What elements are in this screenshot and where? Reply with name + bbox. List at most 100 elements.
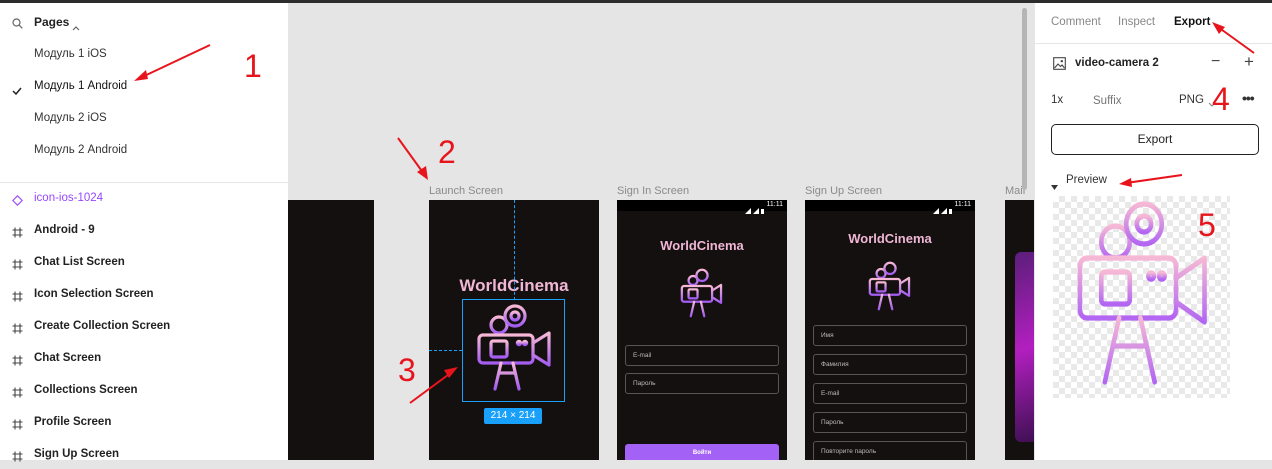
layer-label: Icon Selection Screen [34, 288, 154, 300]
more-options-icon[interactable]: ••• [1242, 90, 1255, 106]
page-item[interactable]: Модуль 2 iOS [0, 105, 288, 133]
guide-vertical [514, 200, 515, 300]
movie-poster [1015, 252, 1034, 442]
layer-label: Create Collection Screen [34, 320, 171, 332]
repeat-password-field[interactable]: Повторите пароль [813, 441, 967, 460]
tab-export[interactable]: Export [1174, 16, 1210, 28]
surname-field[interactable]: Фамилия [813, 354, 967, 375]
preview-toggle[interactable]: Preview [1049, 172, 1199, 190]
signal-icon [745, 202, 765, 220]
status-time: 11:11 [954, 201, 971, 208]
layer-label: Sign Up Screen [34, 448, 119, 460]
frame-sign-in-screen[interactable]: 11:11 WorldCinema E-mail Пароль Войти [617, 200, 787, 460]
frame-main-screen[interactable] [1005, 200, 1034, 460]
scale-select[interactable]: 1x [1051, 94, 1063, 106]
component-icon [12, 193, 23, 211]
layer-item-frame[interactable]: Create Collection Screen [0, 313, 288, 341]
preview-label: Preview [1066, 174, 1107, 186]
field-placeholder: Пароль [821, 419, 844, 426]
check-icon [12, 82, 22, 100]
layer-item-frame[interactable]: Android - 9 [0, 217, 288, 245]
password-field[interactable]: Пароль [813, 412, 967, 433]
email-field[interactable]: E-mail [625, 345, 779, 366]
page-item-label: Модуль 1 Android [34, 80, 128, 92]
layer-item-frame[interactable]: Chat Screen [0, 345, 288, 373]
panel-tabs: Comment Inspect Export [1035, 3, 1272, 44]
frame-label[interactable]: Sign In Screen [617, 185, 689, 197]
annotation-number: 2 [438, 134, 456, 170]
field-placeholder: Повторите пароль [821, 448, 877, 455]
selection-size-badge: 214 × 214 [484, 408, 542, 424]
pages-header[interactable]: Pages [0, 12, 288, 32]
frame-icon [12, 449, 23, 467]
field-placeholder: Имя [821, 332, 834, 339]
brand-title: WorldCinema [848, 231, 932, 246]
layer-label: Chat Screen [34, 352, 102, 364]
caret-down-icon [1051, 177, 1058, 195]
frame-label[interactable]: Launch Screen [429, 185, 503, 197]
frame-partial[interactable] [288, 200, 374, 460]
export-button[interactable]: Export [1051, 124, 1259, 155]
frame-icon [12, 417, 23, 435]
layer-item-frame[interactable]: Collections Screen [0, 377, 288, 405]
page-item[interactable]: Модуль 2 Android [0, 137, 288, 165]
status-bar: 11:11 [617, 200, 787, 214]
annotation-number: 5 [1198, 207, 1216, 243]
signal-icon [933, 202, 953, 220]
field-placeholder: E-mail [633, 352, 652, 359]
search-icon[interactable] [12, 16, 23, 34]
selection-box[interactable] [462, 299, 565, 402]
tab-inspect[interactable]: Inspect [1118, 16, 1155, 28]
layer-item-frame[interactable]: Chat List Screen [0, 249, 288, 277]
annotation-number: 3 [398, 352, 416, 388]
tab-comment[interactable]: Comment [1051, 16, 1101, 28]
field-placeholder: E-mail [821, 390, 840, 397]
annotation-number: 4 [1212, 81, 1230, 117]
annotation-number: 1 [244, 48, 262, 84]
video-camera-icon [680, 268, 723, 318]
design-canvas[interactable]: Launch Screen WorldCinema 214 × 214 Sign… [288, 3, 1034, 460]
video-camera-icon [868, 261, 911, 311]
brand-title: WorldCinema [660, 238, 744, 253]
frame-icon [12, 289, 23, 307]
sign-in-button[interactable]: Войти [625, 444, 779, 460]
layer-item-component[interactable]: icon-ios-1024 [0, 185, 288, 213]
sidebar-divider [0, 182, 288, 183]
asset-name: video-camera 2 [1075, 57, 1159, 69]
format-select[interactable]: PNG [1179, 94, 1204, 106]
asset-row: video-camera 2 − + [1035, 51, 1272, 77]
frame-label[interactable]: Sign Up Screen [805, 185, 882, 197]
password-field[interactable]: Пароль [625, 373, 779, 394]
layer-label: Chat List Screen [34, 256, 125, 268]
layer-item-frame[interactable]: Icon Selection Screen [0, 281, 288, 309]
page-item-label: Модуль 2 iOS [34, 112, 107, 124]
image-icon [1053, 57, 1066, 75]
pages-title: Pages [34, 15, 70, 29]
name-field[interactable]: Имя [813, 325, 967, 346]
canvas-scrollbar[interactable] [1022, 8, 1027, 190]
frame-icon [12, 321, 23, 339]
layer-item-frame[interactable]: Profile Screen [0, 409, 288, 437]
guide-horizontal [429, 350, 462, 351]
status-time: 11:11 [766, 201, 783, 208]
layer-item-frame[interactable]: Sign Up Screen [0, 441, 288, 469]
email-field[interactable]: E-mail [813, 383, 967, 404]
layer-label: Collections Screen [34, 384, 138, 396]
layer-label: Profile Screen [34, 416, 112, 428]
layer-label: Android - 9 [34, 224, 95, 236]
field-placeholder: Фамилия [821, 361, 849, 368]
frame-icon [12, 353, 23, 371]
page-item-label: Модуль 1 iOS [34, 48, 107, 60]
remove-export-button[interactable]: − [1211, 53, 1220, 71]
status-bar: 11:11 [805, 200, 975, 214]
chevron-up-icon[interactable] [72, 18, 80, 36]
field-placeholder: Пароль [633, 380, 656, 387]
frame-sign-up-screen[interactable]: 11:11 WorldCinema Имя Фамилия E-mail Пар… [805, 200, 975, 460]
layer-label: icon-ios-1024 [34, 192, 104, 204]
properties-panel: Comment Inspect Export video-camera 2 − … [1034, 3, 1272, 460]
add-export-button[interactable]: + [1244, 52, 1254, 72]
export-settings-row: 1x PNG ••• [1035, 89, 1272, 113]
page-item-label: Модуль 2 Android [34, 144, 128, 156]
frame-icon [12, 385, 23, 403]
suffix-input[interactable] [1091, 91, 1155, 111]
